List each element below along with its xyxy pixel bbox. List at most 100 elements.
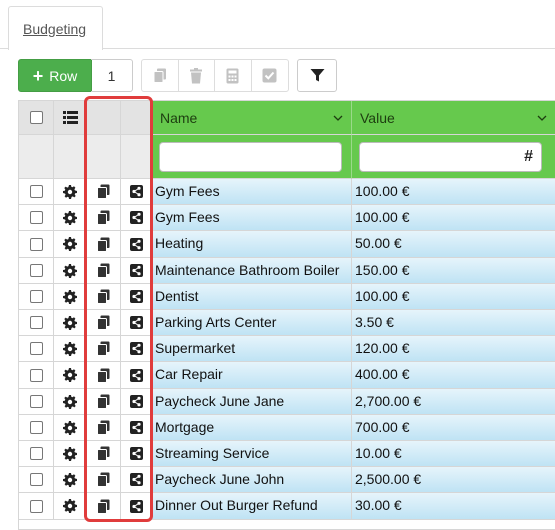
- row-value-cell[interactable]: 2,500.00 €: [352, 467, 555, 493]
- share-icon[interactable]: [129, 395, 143, 408]
- filter-value-input[interactable]: #: [359, 142, 542, 172]
- gear-icon[interactable]: [63, 184, 77, 199]
- chevron-down-icon[interactable]: [333, 115, 343, 121]
- row-checkbox[interactable]: [29, 211, 43, 224]
- filter-button[interactable]: [297, 59, 337, 92]
- row-count-input[interactable]: 1: [91, 59, 133, 92]
- row-checkbox[interactable]: [29, 342, 43, 355]
- gear-icon[interactable]: [63, 394, 77, 409]
- row-name-cell[interactable]: Parking Arts Center: [152, 310, 352, 336]
- copy-icon[interactable]: [97, 289, 110, 304]
- row-name-cell[interactable]: Gym Fees: [152, 205, 352, 231]
- copy-icon[interactable]: [97, 420, 110, 435]
- copy-icon[interactable]: [97, 499, 110, 514]
- row-name-cell[interactable]: Paycheck June Jane: [152, 389, 352, 415]
- row-checkbox[interactable]: [29, 316, 43, 329]
- row-checkbox[interactable]: [29, 368, 43, 382]
- share-icon[interactable]: [129, 264, 143, 277]
- row-checkbox[interactable]: [29, 395, 43, 408]
- gear-icon[interactable]: [63, 210, 77, 225]
- gear-icon[interactable]: [63, 263, 77, 278]
- row-copy-cell: [87, 179, 121, 205]
- row-checkbox[interactable]: [29, 447, 43, 460]
- share-icon[interactable]: [129, 421, 143, 434]
- row-name-cell[interactable]: Dentist: [152, 284, 352, 310]
- copy-rows-button[interactable]: [142, 60, 179, 91]
- row-value-cell[interactable]: 100.00 €: [352, 205, 555, 231]
- confirm-button[interactable]: [252, 60, 288, 91]
- share-icon[interactable]: [129, 185, 143, 198]
- row-select-cell: [19, 310, 54, 336]
- copy-icon[interactable]: [97, 237, 110, 252]
- share-icon[interactable]: [129, 211, 143, 224]
- share-icon[interactable]: [129, 447, 143, 460]
- row-name-cell[interactable]: Maintenance Bathroom Boiler: [152, 258, 352, 284]
- copy-icon[interactable]: [97, 394, 110, 409]
- row-value-cell[interactable]: 150.00 €: [352, 258, 555, 284]
- header-value-column[interactable]: Value: [352, 101, 555, 135]
- row-value-cell[interactable]: 3.50 €: [352, 310, 555, 336]
- row-name-cell[interactable]: Dinner Out Burger Refund: [152, 493, 352, 520]
- row-value-cell[interactable]: 2,700.00 €: [352, 389, 555, 415]
- row-checkbox[interactable]: [29, 499, 43, 513]
- row-name-cell[interactable]: Heating: [152, 231, 352, 258]
- copy-icon[interactable]: [97, 472, 110, 487]
- row-name-cell[interactable]: Paycheck June John: [152, 467, 352, 493]
- gear-icon[interactable]: [63, 368, 77, 382]
- row-name-text: Gym Fees: [155, 209, 220, 225]
- share-icon[interactable]: [129, 499, 143, 513]
- row-share-cell: [121, 231, 152, 258]
- gear-icon[interactable]: [63, 499, 77, 513]
- copy-icon[interactable]: [97, 263, 110, 278]
- row-value-text: 100.00 €: [355, 209, 410, 225]
- header-name-column[interactable]: Name: [152, 101, 352, 135]
- share-icon[interactable]: [129, 368, 143, 382]
- chevron-down-icon[interactable]: [537, 115, 547, 121]
- gear-icon[interactable]: [63, 420, 77, 435]
- row-value-text: 3.50 €: [355, 314, 394, 330]
- share-icon[interactable]: [129, 316, 143, 329]
- add-row-button[interactable]: + Row: [18, 59, 92, 92]
- row-value-cell[interactable]: 50.00 €: [352, 231, 555, 258]
- row-value-cell[interactable]: 120.00 €: [352, 336, 555, 362]
- share-icon[interactable]: [129, 473, 143, 486]
- gear-icon[interactable]: [63, 289, 77, 304]
- tab-budgeting[interactable]: Budgeting: [8, 6, 103, 50]
- copy-icon[interactable]: [97, 210, 110, 225]
- row-name-cell[interactable]: Supermarket: [152, 336, 352, 362]
- row-name-cell[interactable]: Mortgage: [152, 415, 352, 441]
- gear-icon[interactable]: [63, 472, 77, 487]
- row-checkbox[interactable]: [29, 237, 43, 251]
- gear-icon[interactable]: [63, 341, 77, 356]
- row-value-cell[interactable]: 400.00 €: [352, 362, 555, 389]
- row-name-cell[interactable]: Car Repair: [152, 362, 352, 389]
- copy-icon[interactable]: [97, 315, 110, 330]
- share-icon[interactable]: [129, 342, 143, 355]
- header-columns-menu-cell[interactable]: [54, 101, 87, 135]
- select-all-checkbox[interactable]: [29, 111, 43, 124]
- share-icon[interactable]: [129, 237, 143, 251]
- calculate-button[interactable]: [215, 60, 252, 91]
- row-checkbox[interactable]: [29, 421, 43, 434]
- gear-icon[interactable]: [63, 315, 77, 330]
- gear-icon[interactable]: [63, 446, 77, 461]
- row-value-cell[interactable]: 100.00 €: [352, 179, 555, 205]
- row-checkbox[interactable]: [29, 264, 43, 277]
- row-checkbox[interactable]: [29, 473, 43, 486]
- row-value-cell[interactable]: 10.00 €: [352, 441, 555, 467]
- row-name-cell[interactable]: Gym Fees: [152, 179, 352, 205]
- row-value-cell[interactable]: 700.00 €: [352, 415, 555, 441]
- copy-icon[interactable]: [97, 446, 110, 461]
- row-value-cell[interactable]: 100.00 €: [352, 284, 555, 310]
- row-name-cell[interactable]: Streaming Service: [152, 441, 352, 467]
- row-checkbox[interactable]: [29, 185, 43, 198]
- filter-name-input[interactable]: [159, 142, 342, 172]
- share-icon[interactable]: [129, 290, 143, 303]
- delete-rows-button[interactable]: [179, 60, 215, 91]
- copy-icon[interactable]: [97, 184, 110, 199]
- row-checkbox[interactable]: [29, 290, 43, 303]
- copy-icon[interactable]: [97, 368, 110, 383]
- row-value-cell[interactable]: 30.00 €: [352, 493, 555, 520]
- gear-icon[interactable]: [63, 237, 77, 251]
- copy-icon[interactable]: [97, 341, 110, 356]
